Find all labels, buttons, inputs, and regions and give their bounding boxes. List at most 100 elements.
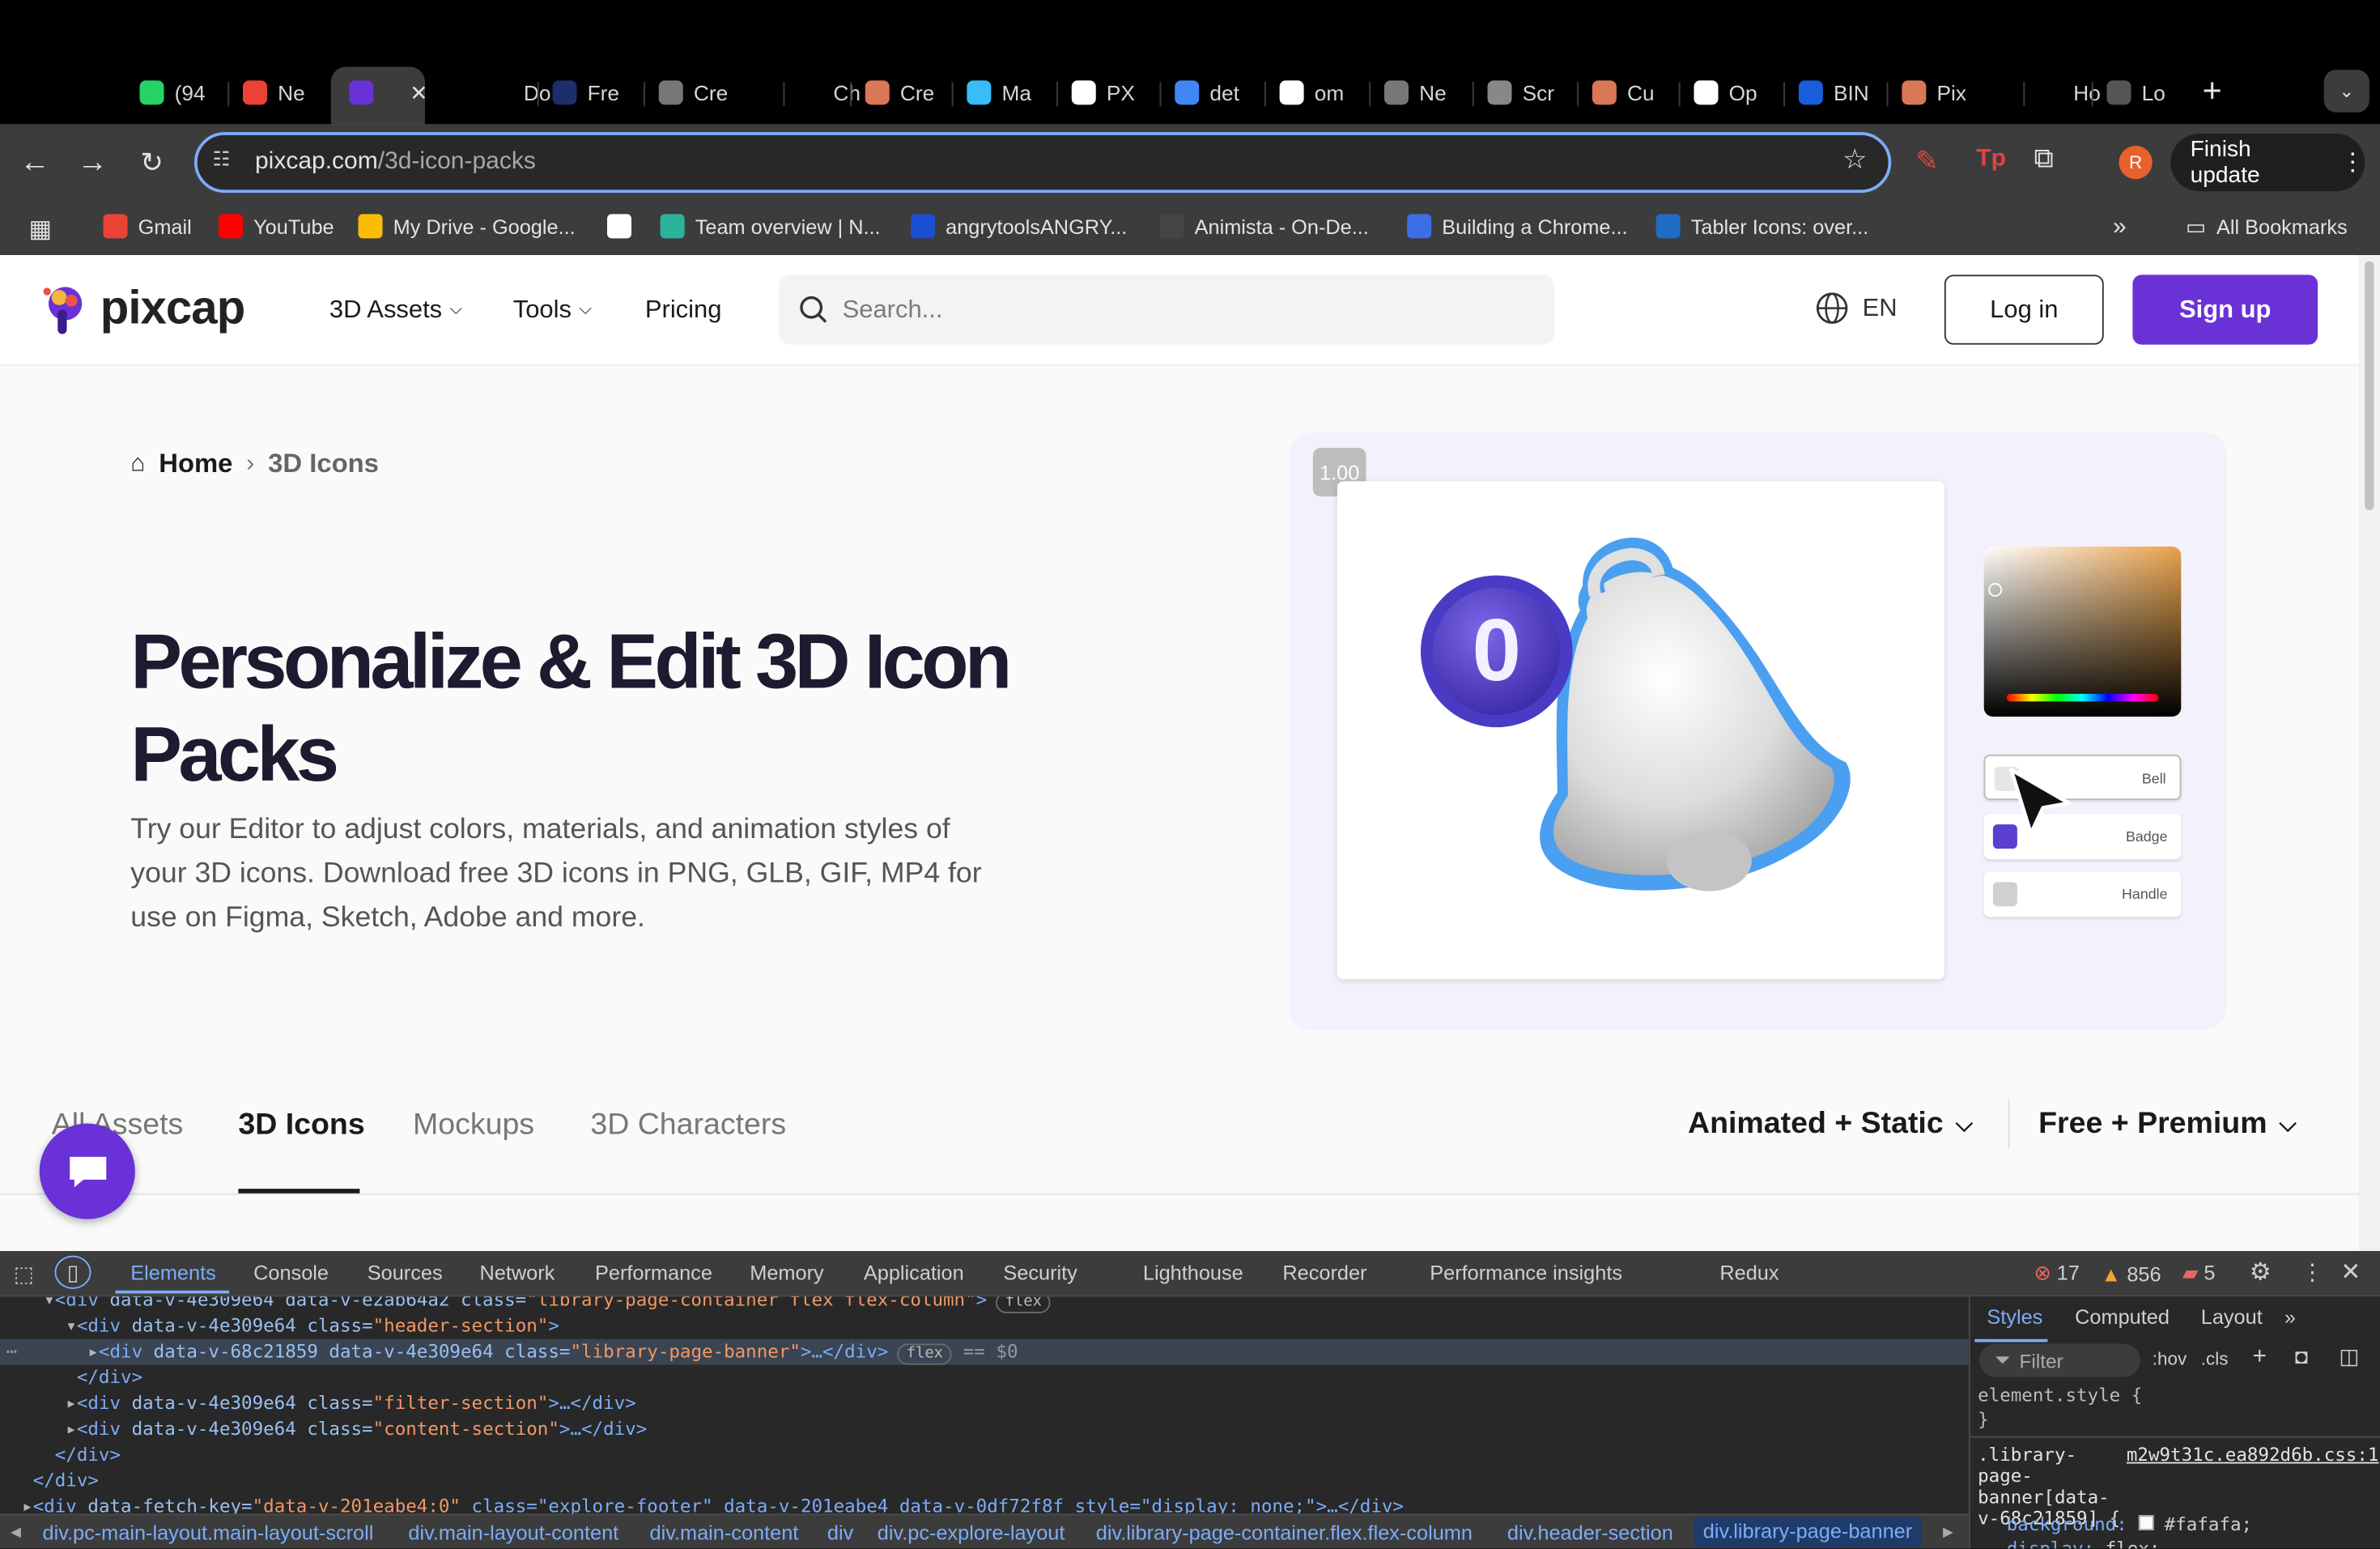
close-tab-icon[interactable]: ✕ — [410, 79, 427, 105]
nav-pricing[interactable]: Pricing — [645, 296, 722, 326]
browser-tab[interactable]: Do — [488, 73, 550, 113]
dom-node-row[interactable]: ▸<div data-v-68c21859 data-v-4e309e64 cl… — [0, 1338, 1969, 1365]
devtools-tab[interactable]: Redux — [1719, 1262, 1779, 1284]
bookmark-item[interactable]: Gmail — [103, 214, 192, 239]
bookmark-item[interactable]: Tabler Icons: over... — [1655, 214, 1868, 239]
color-swatch[interactable] — [2138, 1515, 2154, 1530]
browser-tab[interactable]: Pix — [1886, 73, 1966, 113]
browser-tab[interactable]: om — [1264, 73, 1344, 113]
paint-icon[interactable]: ◘ — [2295, 1343, 2308, 1368]
dom-node-row[interactable]: </div> — [0, 1365, 142, 1391]
flex-badge[interactable]: flex — [897, 1343, 953, 1365]
animation-filter-dropdown[interactable]: Animated + Static ⌵ — [1688, 1107, 1973, 1142]
browser-tab[interactable]: PX — [1056, 73, 1135, 113]
browser-tab[interactable]: Cre — [644, 73, 728, 113]
price-filter-dropdown[interactable]: Free + Premium ⌵ — [2038, 1107, 2297, 1142]
dom-breadcrumb-item[interactable]: div.library-page-container.flex.flex-col… — [1096, 1521, 1473, 1544]
bookmarks-overflow-icon[interactable]: » — [2113, 214, 2127, 241]
color-picker-knob[interactable] — [1988, 583, 2003, 597]
element-style-rule[interactable]: element.style { — [1978, 1385, 2142, 1406]
layer-handle[interactable]: Handle — [1983, 871, 2182, 917]
nav-tools[interactable]: Tools ⌵ — [513, 296, 592, 326]
bookmark-star-icon[interactable]: ☆ — [1842, 144, 1867, 176]
styles-filter-input[interactable]: ⏷ Filter — [1979, 1343, 2140, 1377]
chat-widget-button[interactable] — [39, 1123, 135, 1219]
dom-node-row[interactable]: ▸<div data-v-4e309e64 class="filter-sect… — [0, 1391, 635, 1417]
devtools-tab[interactable]: Memory — [750, 1262, 823, 1284]
dom-tree[interactable]: ▾<div data-v-4e309e64 data-v-e2ab64a2 cl… — [0, 1296, 1969, 1521]
inspect-element-icon[interactable]: ⬚ — [14, 1262, 34, 1287]
signup-button[interactable]: Sign up — [2132, 274, 2318, 345]
browser-tab[interactable]: Cre — [850, 73, 934, 113]
browser-tab[interactable]: Scr — [1472, 73, 1554, 113]
dom-node-row[interactable]: ▸<div data-v-4e309e64 class="content-sec… — [0, 1416, 647, 1442]
extension-tp-icon[interactable]: Tp — [1976, 146, 2006, 173]
nav-3d-assets[interactable]: 3D Assets ⌵ — [329, 296, 462, 326]
more-tabs-icon[interactable]: » — [2284, 1306, 2296, 1329]
dom-breadcrumb-item[interactable]: div.main-layout-content — [408, 1521, 618, 1544]
dom-breadcrumb-item[interactable]: div — [827, 1521, 853, 1544]
category-tab[interactable]: Mockups — [413, 1109, 534, 1143]
bookmark-item[interactable]: angrytoolsANGRY... — [911, 214, 1127, 239]
devtools-close-icon[interactable]: ✕ — [2340, 1257, 2361, 1288]
bookmark-item[interactable] — [607, 214, 642, 239]
devtools-tab[interactable]: Elements — [130, 1262, 216, 1284]
bookmark-item[interactable]: Animista - On-De... — [1159, 214, 1369, 239]
devtools-tab[interactable]: Recorder — [1282, 1262, 1366, 1284]
back-button[interactable]: ← — [15, 143, 55, 182]
browser-tab[interactable]: Fre — [537, 73, 619, 113]
language-selector[interactable]: EN — [1816, 292, 1898, 325]
dom-breadcrumb-item[interactable]: div.pc-explore-layout — [878, 1521, 1065, 1544]
apps-grid-icon[interactable]: ▦ — [29, 214, 52, 245]
hov-toggle[interactable]: :hov — [2153, 1348, 2187, 1369]
cls-toggle[interactable]: .cls — [2201, 1348, 2229, 1369]
forward-button[interactable]: → — [73, 143, 113, 182]
bookmark-item[interactable]: Building a Chrome... — [1407, 214, 1628, 239]
site-info-icon[interactable]: ☷ — [213, 147, 231, 172]
browser-tab[interactable]: Lo — [2091, 73, 2165, 113]
add-rule-icon[interactable]: + — [2253, 1343, 2267, 1371]
css-prop-background[interactable]: background: — [2007, 1513, 2127, 1534]
bookmark-item[interactable]: My Drive - Google... — [358, 214, 576, 239]
styles-subtab[interactable]: Styles — [1987, 1306, 2042, 1329]
browser-tab[interactable]: Ne — [1369, 73, 1447, 113]
all-bookmarks-button[interactable]: ▭ All Bookmarks — [2186, 214, 2348, 240]
scrollbar-thumb[interactable] — [2365, 261, 2374, 510]
browser-tab[interactable]: Op — [1678, 73, 1757, 113]
dom-node-row[interactable]: ▾<div data-v-4e309e64 class="header-sect… — [0, 1313, 559, 1339]
rule-source-link[interactable]: m2w9t31c.ea892d6b.css:1 — [2127, 1444, 2379, 1465]
page-scrollbar[interactable] — [2358, 255, 2380, 1251]
devtools-tab[interactable]: Application — [864, 1262, 964, 1284]
dom-breadcrumb-item[interactable]: div.library-page-banner — [1694, 1517, 1922, 1547]
tab-search-button[interactable]: ⌄ — [2323, 70, 2369, 113]
browser-tab[interactable]: ✕ — [349, 73, 427, 113]
css-val-display[interactable]: flex; — [2106, 1538, 2161, 1548]
devtools-tab[interactable]: Security — [1003, 1262, 1077, 1284]
login-button[interactable]: Log in — [1944, 274, 2104, 345]
sidebar-toggle-icon[interactable]: ◫ — [2339, 1343, 2359, 1369]
profile-avatar[interactable]: R — [2119, 146, 2153, 180]
category-tab[interactable]: 3D Characters — [590, 1109, 786, 1143]
devtools-tab[interactable]: Network — [480, 1262, 555, 1284]
dom-node-row[interactable]: </div> — [0, 1442, 121, 1468]
issue-counters[interactable]: ⊗ 17 ▲ 856 ▰ 5 — [2034, 1262, 2216, 1286]
devtools-tab[interactable]: Sources — [368, 1262, 443, 1284]
dom-node-row[interactable]: ▾<div data-v-4e309e64 data-v-e2ab64a2 cl… — [0, 1296, 1052, 1313]
search-input[interactable]: Search... — [778, 274, 1554, 345]
extensions-puzzle-icon[interactable]: ⧉ — [2034, 143, 2054, 174]
browser-tab[interactable]: Ma — [951, 73, 1031, 113]
devtools-settings-icon[interactable]: ⚙ — [2250, 1257, 2272, 1288]
devtools-more-icon[interactable]: ⋮ — [2301, 1258, 2324, 1286]
flex-badge[interactable]: flex — [996, 1296, 1052, 1313]
browser-tab[interactable]: det — [1159, 73, 1239, 113]
devtools-tab[interactable]: Lighthouse — [1143, 1262, 1243, 1284]
hue-slider[interactable] — [2006, 693, 2159, 702]
devtools-tab[interactable]: Console — [253, 1262, 329, 1284]
chevron-left-icon[interactable]: ◂ — [11, 1520, 21, 1544]
dom-breadcrumb-item[interactable]: div.main-content — [650, 1521, 799, 1544]
styles-subtab[interactable]: Computed — [2075, 1306, 2170, 1329]
browser-tab[interactable]: Ne — [227, 73, 305, 113]
extension-pen-icon[interactable]: ✎ — [1915, 146, 1938, 177]
pixcap-logo[interactable]: pixcap — [40, 279, 245, 337]
address-bar[interactable]: ☷ pixcap.com/3d-icon-packs ☆ — [194, 132, 1892, 194]
